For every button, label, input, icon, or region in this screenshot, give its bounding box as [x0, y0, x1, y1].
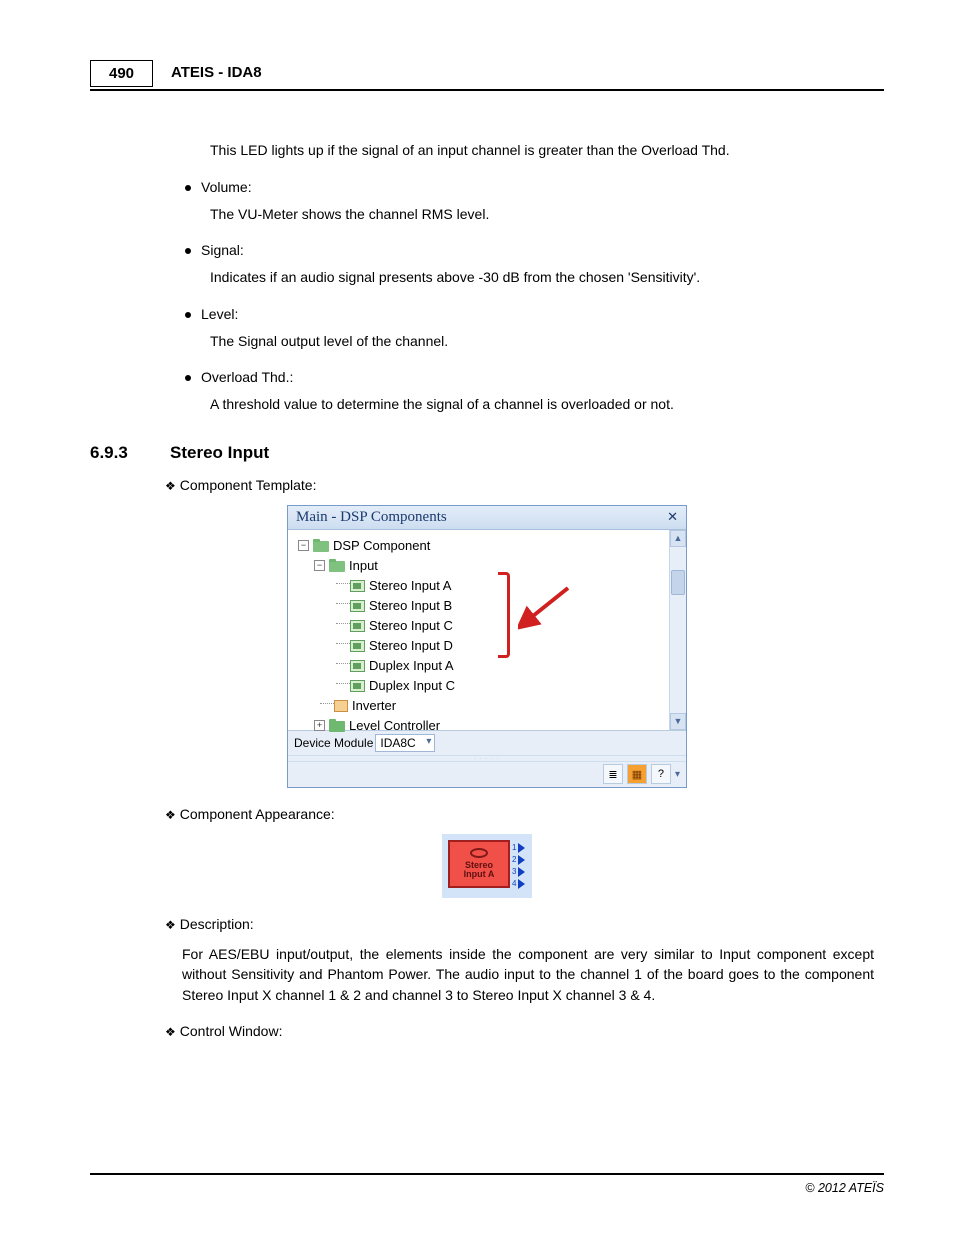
bullet-item: Signal: — [185, 242, 884, 258]
collapse-icon[interactable]: − — [314, 560, 325, 571]
bullet-icon — [185, 312, 191, 318]
diamond-icon: ❖ — [165, 479, 176, 493]
tree-label: Duplex Input A — [369, 658, 454, 673]
expand-icon[interactable]: + — [314, 720, 325, 731]
device-module-label: Device Module — [294, 736, 373, 750]
tree-label: Stereo Input C — [369, 618, 453, 633]
tree-title-text: Main - DSP Components — [296, 509, 447, 526]
folder-open-icon — [313, 539, 329, 552]
subheading-control: ❖Control Window: — [165, 1023, 884, 1039]
bullet-desc: The Signal output level of the channel. — [210, 332, 884, 352]
dropdown-arrow-icon[interactable]: ▾ — [675, 769, 680, 780]
tree-label: Input — [349, 558, 378, 573]
section-number: 6.9.3 — [90, 443, 170, 463]
component-preview: Stereo Input A 1 2 3 4 — [442, 834, 532, 898]
tree-label: Duplex Input C — [369, 678, 455, 693]
tree-panel: Main - DSP Components ✕ ▲ ▼ − DSP Compon… — [287, 505, 687, 788]
section-heading: 6.9.3 Stereo Input — [90, 443, 884, 463]
device-module-select[interactable]: IDA8C — [375, 734, 435, 752]
tree-label: Stereo Input D — [369, 638, 453, 653]
bullet-label: Level: — [201, 306, 238, 322]
bullet-item: Volume: — [185, 179, 884, 195]
page-number: 490 — [90, 60, 153, 87]
tree-label: Stereo Input A — [369, 578, 451, 593]
subheading-template: ❖Component Template: — [165, 477, 884, 493]
arrow-icon — [518, 580, 578, 640]
bullet-label: Volume: — [201, 179, 252, 195]
component-icon — [350, 600, 365, 612]
page-footer: © 2012 ATEÏS — [90, 1173, 884, 1195]
bullet-desc: A threshold value to determine the signa… — [210, 395, 884, 415]
tree-leaf[interactable]: Stereo Input B — [292, 596, 682, 616]
bullet-desc: The VU-Meter shows the channel RMS level… — [210, 205, 884, 225]
bullet-item: Overload Thd.: — [185, 369, 884, 385]
folder-open-icon — [329, 559, 345, 572]
component-label-line2: Input A — [464, 870, 495, 880]
inverter-icon — [334, 700, 348, 712]
bullet-item: Level: — [185, 306, 884, 322]
tree-leaf[interactable]: Stereo Input D — [292, 636, 682, 656]
component-symbol-icon — [470, 848, 488, 858]
tree-label: Stereo Input B — [369, 598, 452, 613]
description-paragraph: For AES/EBU input/output, the elements i… — [182, 944, 874, 1005]
scroll-down-icon[interactable]: ▼ — [670, 713, 686, 730]
bracket-highlight — [498, 572, 510, 658]
tree-node-input[interactable]: − Input — [292, 556, 682, 576]
component-icon — [350, 640, 365, 652]
port-arrow-icon — [518, 843, 525, 853]
tree-label: Inverter — [352, 698, 396, 713]
tree-node-level[interactable]: + Level Controller — [292, 716, 682, 736]
tree-body: ▲ ▼ − DSP Component − Input Stereo Input… — [288, 530, 686, 730]
bullet-desc: Indicates if an audio signal presents ab… — [210, 268, 884, 288]
subheading-appearance: ❖Component Appearance: — [165, 806, 884, 822]
page-header: 490 ATEIS - IDA8 — [90, 60, 884, 91]
bullet-label: Overload Thd.: — [201, 369, 293, 385]
tree-leaf[interactable]: Stereo Input C — [292, 616, 682, 636]
port-arrow-icon — [518, 879, 525, 889]
subheading-description: ❖Description: — [165, 916, 884, 932]
list-view-icon[interactable]: ≣ — [603, 764, 623, 784]
doc-title: ATEIS - IDA8 — [171, 60, 262, 87]
bullet-label: Signal: — [201, 242, 244, 258]
section-title: Stereo Input — [170, 443, 269, 463]
bullet-icon — [185, 185, 191, 191]
diamond-icon: ❖ — [165, 808, 176, 822]
component-ports: 1 2 3 4 — [512, 840, 525, 892]
bullet-icon — [185, 248, 191, 254]
port-arrow-icon — [518, 855, 525, 865]
component-icon — [350, 580, 365, 592]
tree-label: Level Controller — [349, 718, 440, 733]
tree-leaf[interactable]: Duplex Input C — [292, 676, 682, 696]
component-icon — [350, 660, 365, 672]
scroll-thumb[interactable] — [671, 570, 685, 595]
close-icon[interactable]: ✕ — [667, 509, 678, 525]
scroll-up-icon[interactable]: ▲ — [670, 530, 686, 547]
diamond-icon: ❖ — [165, 1025, 176, 1039]
tree-leaf[interactable]: Inverter — [292, 696, 682, 716]
component-icon — [350, 620, 365, 632]
bullet-icon — [185, 375, 191, 381]
tree-leaf[interactable]: Stereo Input A — [292, 576, 682, 596]
tree-leaf[interactable]: Duplex Input A — [292, 656, 682, 676]
tree-label: DSP Component — [333, 538, 430, 553]
diamond-icon: ❖ — [165, 918, 176, 932]
component-icon — [350, 680, 365, 692]
intro-paragraph: This LED lights up if the signal of an i… — [210, 141, 884, 161]
tree-toolbar: ≣ ▦ ? ▾ — [288, 761, 686, 787]
collapse-icon[interactable]: − — [298, 540, 309, 551]
tree-node-root[interactable]: − DSP Component — [292, 536, 682, 556]
component-block: Stereo Input A — [448, 840, 510, 888]
help-icon[interactable]: ? — [651, 764, 671, 784]
tree-title-bar: Main - DSP Components ✕ — [288, 506, 686, 530]
scrollbar[interactable]: ▲ ▼ — [669, 530, 686, 730]
folder-icon — [329, 719, 345, 732]
port-arrow-icon — [518, 867, 525, 877]
grid-view-icon[interactable]: ▦ — [627, 764, 647, 784]
